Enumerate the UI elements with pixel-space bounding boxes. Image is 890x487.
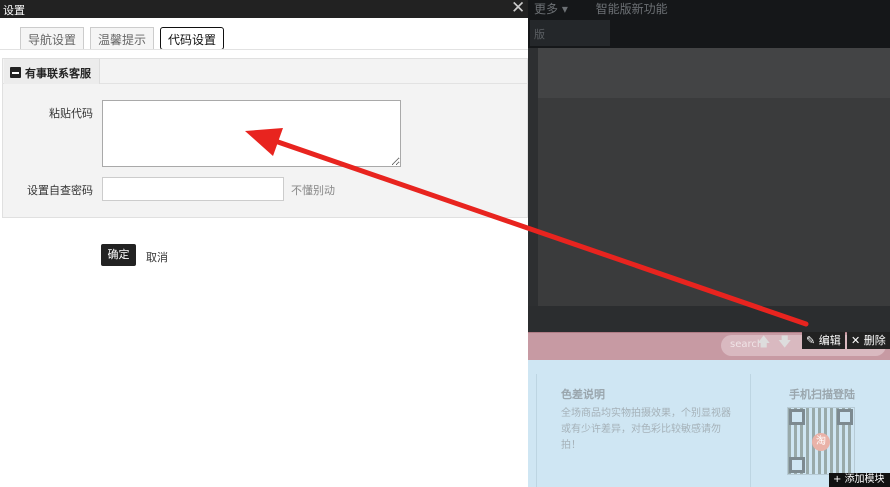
add-module-button[interactable]: + 添加模块: [829, 473, 890, 487]
edit-label: 编辑: [818, 334, 841, 347]
move-down-icon[interactable]: 🡇: [778, 333, 791, 355]
close-icon[interactable]: ✕: [511, 0, 525, 18]
edit-icon: ✎: [806, 334, 819, 347]
background-sub-tab: 版: [530, 20, 610, 46]
delete-label: 删除: [863, 334, 886, 347]
color-note-title: 色差说明: [561, 388, 605, 401]
tab-divider: [0, 49, 528, 50]
qr-corner: [789, 457, 805, 473]
qr-corner: [837, 409, 853, 425]
tab-tips[interactable]: 温馨提示: [90, 27, 155, 49]
cancel-button[interactable]: 取消: [146, 249, 168, 265]
background-band: [538, 48, 890, 98]
close-icon: ✕: [851, 334, 864, 347]
code-label: 粘贴代码: [49, 107, 93, 120]
color-note-text: 全场商品均实物拍摄效果，个别显视器或有少许差异，对色彩比较敏感请勿拍！: [561, 408, 731, 451]
nav-new-features[interactable]: 智能版新功能: [596, 2, 668, 16]
collapse-icon: [10, 67, 21, 78]
qr-logo: 淘: [812, 433, 830, 451]
dialog-title: 设置: [3, 4, 25, 17]
edit-button[interactable]: ✎ 编辑: [802, 332, 845, 349]
password-label: 设置自查密码: [27, 184, 93, 197]
panel-section-tab[interactable]: 有事联系客服: [4, 59, 100, 84]
tab-bar: 导航设置 温馨提示 代码设置: [20, 27, 230, 50]
background-bar: [528, 306, 890, 332]
tab-navigation-settings[interactable]: 导航设置: [20, 27, 85, 49]
plus-icon: +: [833, 474, 845, 485]
password-field[interactable]: [102, 177, 284, 201]
settings-dialog: 设置 ✕ 导航设置 温馨提示 代码设置 有事联系客服 粘贴代码 设置自查密码 不…: [0, 0, 528, 487]
move-up-icon[interactable]: 🡅: [757, 333, 770, 355]
dialog-titlebar: 设置 ✕: [0, 0, 528, 18]
nav-more[interactable]: 更多 ▾: [534, 2, 568, 16]
tab-code-settings[interactable]: 代码设置: [160, 27, 225, 50]
qr-title: 手机扫描登陆: [789, 388, 855, 401]
password-hint: 不懂别动: [291, 184, 335, 197]
qr-corner: [789, 409, 805, 425]
add-module-label: 添加模块: [844, 474, 885, 485]
background-edge: [528, 48, 538, 306]
code-textarea[interactable]: [102, 100, 401, 167]
confirm-button[interactable]: 确定: [101, 244, 136, 266]
background-nav: 更多 ▾ 智能版新功能: [534, 0, 692, 17]
panel-section-label: 有事联系客服: [25, 67, 91, 80]
delete-button[interactable]: ✕ 删除: [847, 332, 890, 349]
